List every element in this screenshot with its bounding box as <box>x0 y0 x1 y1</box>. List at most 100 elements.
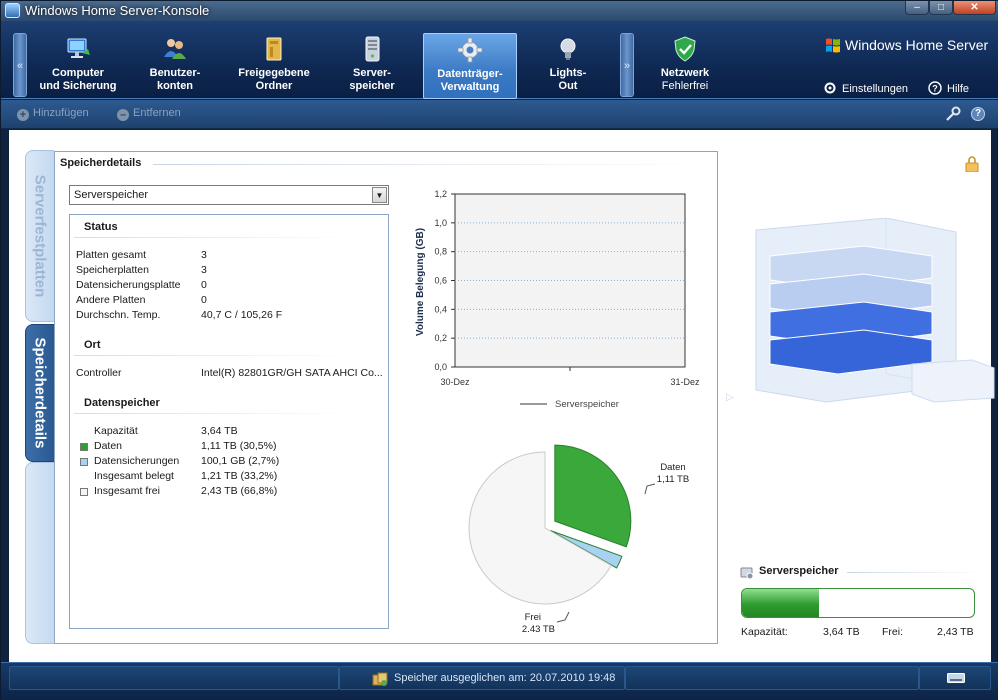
tab-server-storage-line2: speicher <box>349 80 395 92</box>
chevron-down-icon[interactable]: ▼ <box>372 187 387 203</box>
tab-computer[interactable]: Computer und Sicherung <box>31 33 125 99</box>
tab-lights-out-line1: Lights- <box>549 67 587 79</box>
detail-value: Intel(R) 82801GR/GH SATA AHCI Co... <box>201 367 383 379</box>
storage-cube-illustration <box>755 218 995 403</box>
action-bar: + Hinzufügen – Entfernen ? <box>1 100 998 129</box>
detail-row: Datensicherungen 100,1 GB (2,7%) <box>76 455 386 469</box>
y-tick-label: 0,6 <box>434 276 447 286</box>
status-segment-main: Speicher ausgeglichen am: 20.07.2010 19:… <box>339 666 625 690</box>
pie-label: Frei <box>525 612 541 623</box>
detail-label: Durchschn. Temp. <box>76 309 161 321</box>
detail-row: Durchschn. Temp. 40,7 C / 105,26 F <box>76 309 386 323</box>
settings-label: Einstellungen <box>842 83 909 95</box>
detail-row: Daten 1,11 TB (30,5%) <box>76 440 386 454</box>
scroll-left-button[interactable]: « <box>13 33 27 97</box>
tab-disk-management-line1: Datenträger- <box>437 68 503 80</box>
remove-button[interactable]: – Entfernen <box>117 107 181 121</box>
maximize-button[interactable]: □ <box>929 1 953 15</box>
help-link[interactable]: ? Hilfe <box>928 81 969 95</box>
tab-server-disks[interactable]: Serverfestplatten <box>25 150 54 322</box>
detail-value: 100,1 GB (2,7%) <box>201 455 280 467</box>
detail-label: Speicherplatten <box>76 264 149 276</box>
free-value: 2,43 TB <box>937 626 974 638</box>
server-storage-title: Serverspeicher <box>759 565 839 577</box>
lightbulb-icon <box>560 38 576 60</box>
storage-drive-icon <box>740 567 754 580</box>
y-tick-label: 0,8 <box>434 247 447 257</box>
pie-slice <box>554 444 632 548</box>
pie-value-label: 2,43 TB <box>522 624 555 632</box>
tab-lights-out[interactable]: Lights- Out <box>525 33 611 99</box>
main-toolbar: « Computer und Sicherung Benutzer- konte… <box>1 21 998 99</box>
remove-label: Entfernen <box>133 107 181 119</box>
storage-select[interactable]: Serverspeicher ▼ <box>69 185 389 205</box>
lock-icon <box>965 156 979 172</box>
status-bar: Speicher ausgeglichen am: 20.07.2010 19:… <box>1 662 998 700</box>
tab-shared-folders-line2: Ordner <box>255 80 293 92</box>
detail-label: Insgesamt frei <box>94 485 160 497</box>
minimize-button[interactable]: – <box>905 1 929 15</box>
add-label: Hinzufügen <box>33 107 89 119</box>
y-tick-label: 0,0 <box>434 362 447 372</box>
detail-value: 0 <box>201 279 207 291</box>
wrench-icon[interactable] <box>945 106 961 122</box>
tab-users-line1: Benutzer- <box>149 67 201 79</box>
detail-row: Datensicherungsplatte 0 <box>76 279 386 293</box>
location-heading: Ort <box>84 339 101 351</box>
tab-shared-folders[interactable]: Freigegebene Ordner <box>227 33 321 99</box>
detail-label: Datensicherungsplatte <box>76 279 181 291</box>
detail-row: Controller Intel(R) 82801GR/GH SATA AHCI … <box>76 367 386 381</box>
storage-usage-bar <box>741 588 975 618</box>
close-button[interactable]: ✕ <box>953 1 996 15</box>
pie-leader-line <box>644 483 656 495</box>
detail-row: Andere Platten 0 <box>76 294 386 308</box>
legend-label: Serverspeicher <box>555 399 619 410</box>
title-bar: Windows Home Server-Konsole – □ ✕ <box>1 1 998 21</box>
legend-swatch <box>80 443 88 451</box>
tab-server-storage[interactable]: Server- speicher <box>329 33 415 99</box>
capacity-value: 3,64 TB <box>823 626 860 638</box>
context-help-icon[interactable]: ? <box>971 107 985 121</box>
network-status[interactable]: Netzwerk Fehlerfrei <box>641 33 729 99</box>
detail-row: Insgesamt belegt 1,21 TB (33,2%) <box>76 470 386 484</box>
scroll-right-button[interactable]: » <box>620 33 634 97</box>
tab-server-storage-line1: Server- <box>353 67 391 79</box>
brand-name: Windows Home Server <box>845 37 989 53</box>
computer-icon <box>67 38 90 58</box>
network-status-line2: Fehlerfrei <box>661 80 709 92</box>
details-box: Status Platten gesamt 3 Speicherplatten 3 Da… <box>69 214 389 629</box>
tab-disk-management[interactable]: Datenträger- Verwaltung <box>423 33 517 99</box>
detail-value: 1,21 TB (33,2%) <box>201 470 278 482</box>
status-divider <box>74 237 354 238</box>
storage-select-value: Serverspeicher <box>74 189 148 201</box>
status-heading: Status <box>84 221 118 233</box>
server-storage-divider <box>847 572 981 573</box>
detail-label: Platten gesamt <box>76 249 147 261</box>
y-tick-label: 1,2 <box>434 189 447 199</box>
pie-label: Daten <box>660 462 685 473</box>
tab-storage-details[interactable]: Speicherdetails <box>25 324 54 462</box>
detail-label: Controller <box>76 367 122 379</box>
storage-pie-chart: Daten1,11 TB Frei2,43 TB <box>468 444 689 632</box>
users-icon <box>164 39 186 59</box>
settings-link[interactable]: Einstellungen <box>823 81 908 95</box>
status-segment-right <box>625 666 919 690</box>
tab-users[interactable]: Benutzer- konten <box>131 33 219 99</box>
y-tick-label: 0,2 <box>434 333 447 343</box>
detail-row: Insgesamt frei 2,43 TB (66,8%) <box>76 485 386 499</box>
location-divider <box>74 355 354 356</box>
storage-heading: Datenspeicher <box>84 397 160 409</box>
tab-computer-line2: und Sicherung <box>39 80 117 92</box>
y-tick-label: 1,0 <box>434 218 447 228</box>
legend-swatch <box>80 458 88 466</box>
detail-label: Daten <box>94 440 123 452</box>
y-axis-label: Volume Belegung (GB) <box>415 228 426 336</box>
folder-icon <box>266 37 282 61</box>
help-icon: ? <box>928 81 942 95</box>
panel-title-divider <box>153 164 713 165</box>
detail-label: Insgesamt belegt <box>94 470 174 482</box>
server-storage-icon <box>365 36 380 62</box>
free-label: Frei: <box>882 626 903 638</box>
add-button[interactable]: + Hinzufügen <box>17 107 89 121</box>
status-segment-left <box>9 666 339 690</box>
